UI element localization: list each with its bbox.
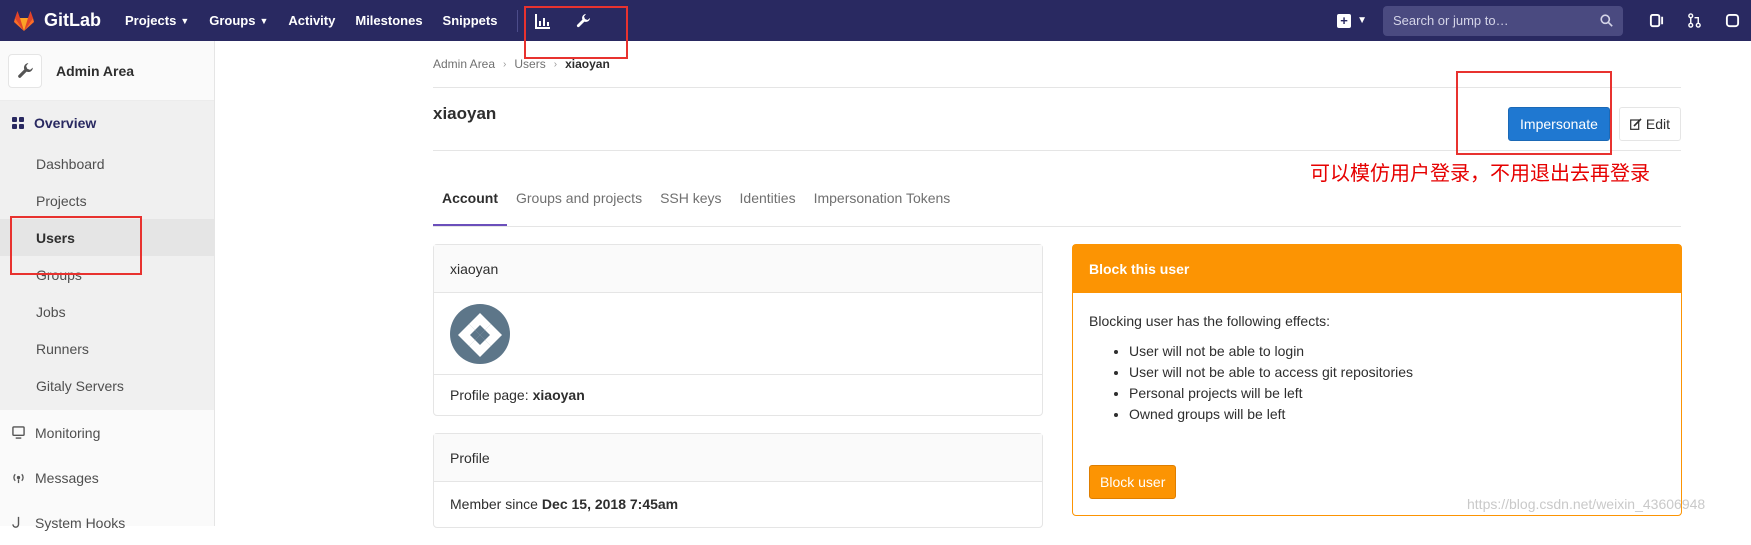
profile-card-title: Profile bbox=[434, 434, 1042, 482]
nav-snippets[interactable]: Snippets bbox=[443, 13, 498, 28]
watermark: https://blog.csdn.net/weixin_43606948 bbox=[1467, 496, 1706, 512]
block-user-card: Block this user Blocking user has the fo… bbox=[1072, 244, 1682, 516]
sidebar-item-gitaly-servers[interactable]: Gitaly Servers bbox=[0, 367, 214, 404]
wrench-icon bbox=[18, 62, 33, 78]
tab-identities[interactable]: Identities bbox=[731, 190, 805, 226]
block-user-button[interactable]: Block user bbox=[1089, 465, 1177, 499]
nav-snippets-label: Snippets bbox=[442, 13, 498, 28]
new-dropdown[interactable]: + ▼ bbox=[1337, 13, 1367, 28]
profile-page-label: Profile page: bbox=[450, 387, 529, 403]
tab-ssh-keys[interactable]: SSH keys bbox=[651, 190, 730, 226]
sidebar-item-label: Monitoring bbox=[35, 424, 101, 441]
nav-milestones[interactable]: Milestones bbox=[355, 13, 422, 28]
nav-projects[interactable]: Projects ▼ bbox=[125, 13, 189, 28]
search-input[interactable]: Search or jump to… bbox=[1383, 5, 1623, 36]
highlight-box-impersonate bbox=[1456, 71, 1612, 155]
tab-groups-and-projects[interactable]: Groups and projects bbox=[507, 190, 651, 226]
profile-page-row: Profile page: xiaoyan bbox=[434, 375, 1042, 415]
member-since-value: Dec 15, 2018 7:45am bbox=[541, 496, 679, 512]
list-item: Personal projects will be left bbox=[1129, 383, 1665, 404]
list-item: Owned groups will be left bbox=[1129, 404, 1665, 425]
chevron-right-icon: › bbox=[553, 58, 558, 70]
navbar-right: + ▼ Search or jump to… bbox=[1337, 0, 1751, 41]
issues-icon[interactable] bbox=[1648, 13, 1664, 29]
edit-button-label: Edit bbox=[1645, 116, 1670, 132]
nav-divider bbox=[517, 9, 519, 32]
search-icon bbox=[1600, 14, 1613, 27]
search-placeholder: Search or jump to… bbox=[1393, 13, 1509, 28]
grid-icon bbox=[12, 117, 24, 129]
sidebar-item-label: Overview bbox=[34, 115, 97, 131]
plus-icon: + bbox=[1337, 13, 1352, 28]
edit-button[interactable]: Edit bbox=[1618, 107, 1681, 141]
hook-icon bbox=[12, 516, 20, 528]
sidebar-item-overview[interactable]: Overview bbox=[0, 101, 214, 145]
broadcast-icon bbox=[13, 473, 24, 484]
sidebar-header[interactable]: Admin Area bbox=[0, 41, 214, 101]
chevron-down-icon: ▼ bbox=[1357, 15, 1367, 26]
tab-account[interactable]: Account bbox=[433, 190, 507, 226]
sidebar-item-system-hooks[interactable]: System Hooks bbox=[0, 500, 214, 545]
nav-activity[interactable]: Activity bbox=[288, 13, 335, 28]
list-item: User will not be able to login bbox=[1129, 341, 1665, 362]
highlight-box-users bbox=[10, 216, 142, 275]
sidebar-title: Admin Area bbox=[56, 62, 135, 79]
sidebar: Admin Area Overview Dashboard Projects U… bbox=[0, 41, 215, 531]
tab-impersonation-tokens[interactable]: Impersonation Tokens bbox=[805, 190, 960, 226]
sidebar-item-messages[interactable]: Messages bbox=[0, 455, 214, 500]
page-title: xiaoyan bbox=[433, 104, 497, 123]
sidebar-item-dashboard[interactable]: Dashboard bbox=[0, 145, 214, 182]
brand-name: GitLab bbox=[44, 10, 101, 30]
annotation-text: 可以模仿用户登录，不用退出去再登录 bbox=[1310, 161, 1650, 185]
edit-icon bbox=[1629, 118, 1642, 130]
profile-card: Profile Member since Dec 15, 2018 7:45am bbox=[433, 433, 1043, 528]
monitor-icon bbox=[12, 426, 25, 439]
nav-groups[interactable]: Groups ▼ bbox=[209, 13, 268, 28]
nav-groups-label: Groups bbox=[209, 13, 256, 28]
nav-projects-label: Projects bbox=[125, 13, 177, 28]
block-intro: Blocking user has the following effects: bbox=[1089, 313, 1330, 329]
block-effects-list: User will not be able to login User will… bbox=[1129, 341, 1665, 425]
profile-page-link[interactable]: xiaoyan bbox=[533, 387, 585, 403]
list-item: User will not be able to access git repo… bbox=[1129, 362, 1665, 383]
chevron-right-icon: › bbox=[503, 58, 507, 70]
merge-request-icon[interactable] bbox=[1686, 13, 1702, 29]
avatar bbox=[450, 303, 510, 364]
sidebar-item-label: System Hooks bbox=[35, 514, 126, 531]
nav-activity-label: Activity bbox=[288, 13, 336, 28]
member-since-label: Member since bbox=[450, 496, 538, 512]
sidebar-item-projects[interactable]: Projects bbox=[0, 182, 214, 219]
user-card-name: xiaoyan bbox=[434, 245, 1042, 293]
breadcrumb-users[interactable]: Users bbox=[514, 57, 545, 71]
top-navbar: GitLab Projects ▼ Groups ▼ Activity Milest… bbox=[0, 0, 1751, 41]
chevron-down-icon: ▼ bbox=[180, 15, 190, 26]
member-since-row: Member since Dec 15, 2018 7:45am bbox=[434, 482, 1042, 526]
block-card-body: Blocking user has the following effects:… bbox=[1073, 293, 1681, 445]
user-card: xiaoyan Profile page: xiaoyan bbox=[433, 244, 1043, 416]
block-card-title: Block this user bbox=[1073, 245, 1681, 293]
sidebar-item-monitoring[interactable]: Monitoring bbox=[0, 410, 214, 455]
breadcrumb-current[interactable]: xiaoyan bbox=[565, 57, 610, 71]
chevron-down-icon: ▼ bbox=[259, 15, 269, 26]
sidebar-item-jobs[interactable]: Jobs bbox=[0, 293, 214, 330]
admin-area-avatar bbox=[8, 53, 42, 88]
sidebar-item-label: Messages bbox=[35, 469, 99, 486]
user-avatar-row bbox=[434, 293, 1042, 375]
nav-milestones-label: Milestones bbox=[355, 13, 423, 28]
breadcrumb-admin-area[interactable]: Admin Area bbox=[433, 57, 495, 71]
todo-icon[interactable] bbox=[1724, 13, 1740, 29]
sidebar-item-runners[interactable]: Runners bbox=[0, 330, 214, 367]
gitlab-fox-icon bbox=[14, 10, 34, 31]
gitlab-logo[interactable]: GitLab bbox=[12, 9, 101, 33]
